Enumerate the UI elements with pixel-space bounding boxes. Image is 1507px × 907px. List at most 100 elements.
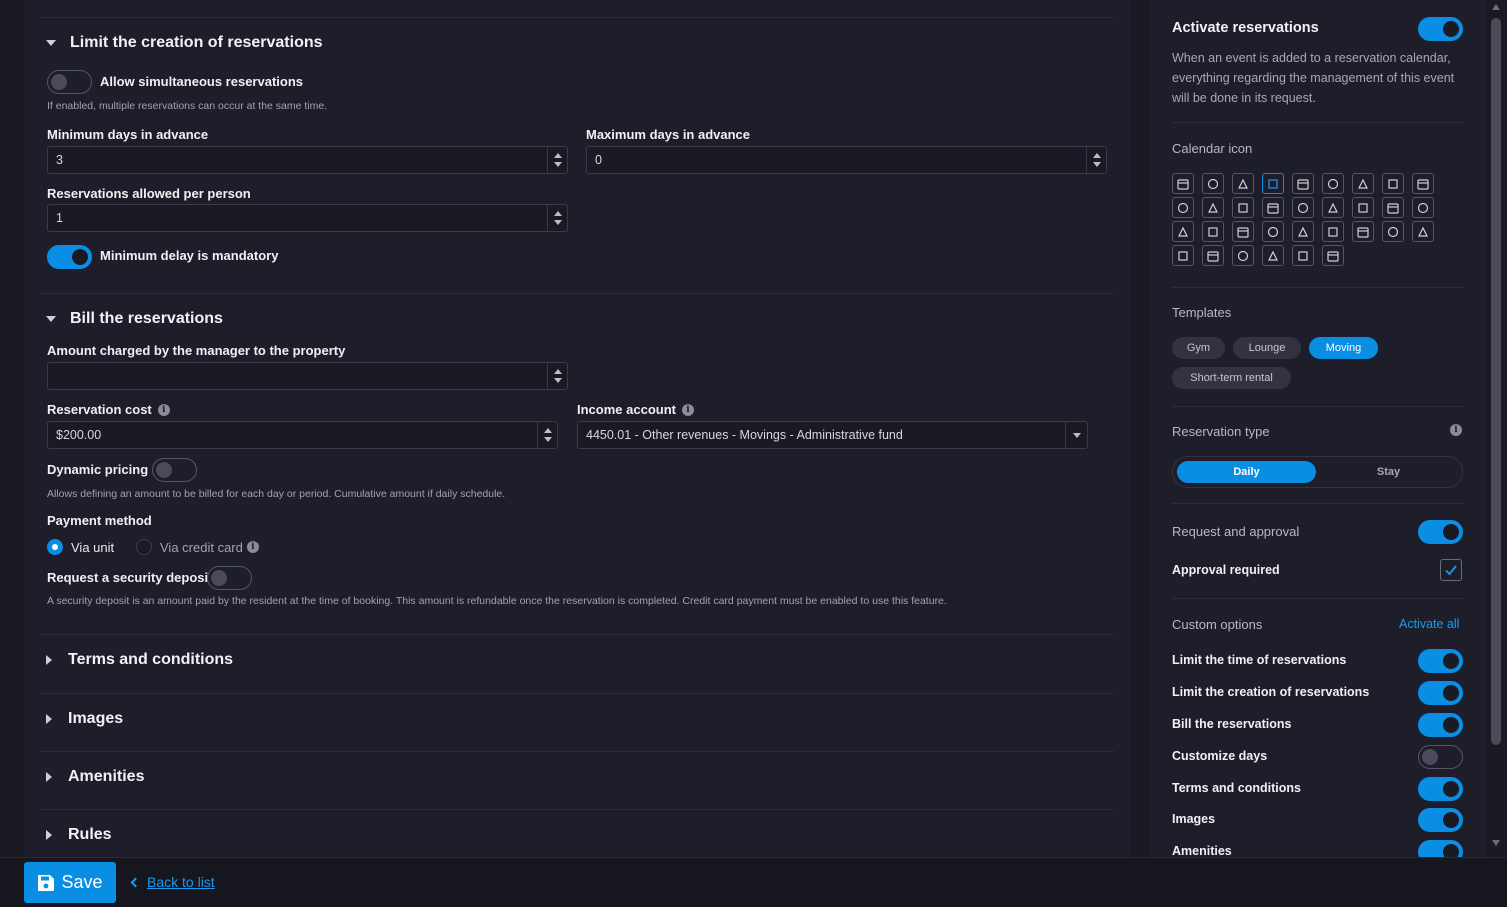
runner-icon[interactable] [1352, 173, 1374, 194]
chevron-down-icon[interactable] [1065, 422, 1087, 448]
max-days-stepper[interactable] [1086, 147, 1106, 173]
flag-icon[interactable] [1322, 197, 1344, 218]
reservation-type-stay[interactable]: Stay [1319, 461, 1458, 483]
clipboard-icon[interactable] [1292, 197, 1314, 218]
security-deposit-toggle[interactable] [207, 566, 252, 590]
treadmill-icon[interactable] [1352, 197, 1374, 218]
gamepad-icon[interactable] [1322, 221, 1344, 242]
option-customize-days-toggle[interactable] [1418, 745, 1463, 769]
scroll-down-icon[interactable] [1492, 840, 1500, 846]
template-chip-gym[interactable]: Gym [1172, 337, 1225, 359]
bicycle-icon[interactable] [1172, 197, 1194, 218]
calendar-day-icon[interactable] [1262, 197, 1284, 218]
section-images-header[interactable]: Images [46, 710, 123, 728]
sidebar-scrollbar[interactable] [1487, 0, 1507, 857]
cake-icon[interactable] [1352, 221, 1374, 242]
chemistry-icon[interactable] [1232, 245, 1254, 266]
house-icon[interactable] [1412, 221, 1434, 242]
income-account-select[interactable]: 4450.01 - Other revenues - Movings - Adm… [577, 421, 1088, 449]
location-pin-icon[interactable] [1202, 245, 1224, 266]
option-amenities-toggle[interactable] [1418, 840, 1463, 857]
board-icon[interactable] [1292, 245, 1314, 266]
people-icon[interactable] [1262, 173, 1284, 194]
activate-reservations-toggle[interactable] [1418, 17, 1463, 41]
bed-icon[interactable] [1172, 245, 1194, 266]
request-approval-toggle[interactable] [1418, 520, 1463, 544]
template-chip-lounge[interactable]: Lounge [1233, 337, 1301, 359]
calendar-icon[interactable] [1172, 173, 1194, 194]
option-bill-toggle[interactable] [1418, 713, 1463, 737]
chef-icon[interactable] [1292, 173, 1314, 194]
scrollbar-thumb[interactable] [1491, 18, 1501, 745]
activate-all-link[interactable]: Activate all [1399, 617, 1459, 631]
info-icon[interactable]: i [681, 403, 694, 416]
back-to-list-link[interactable]: Back to list [130, 874, 215, 890]
amount-charged-stepper[interactable] [547, 363, 567, 389]
reservation-cost-label: Reservation cost i [47, 402, 170, 417]
paint-icon[interactable] [1382, 221, 1404, 242]
approval-required-checkbox[interactable] [1440, 559, 1462, 581]
binoculars-icon[interactable] [1262, 221, 1284, 242]
reservation-cost-input[interactable]: $200.00 [47, 421, 558, 449]
amount-charged-label: Amount charged by the manager to the pro… [47, 343, 346, 358]
kitchen-icon[interactable] [1232, 221, 1254, 242]
amount-charged-input[interactable] [47, 362, 568, 390]
per-person-stepper[interactable] [547, 205, 567, 231]
section-title: Images [68, 710, 124, 727]
divider [1172, 406, 1464, 407]
income-account-text: Income account [577, 402, 676, 417]
option-limit-creation-toggle[interactable] [1418, 681, 1463, 705]
dynamic-pricing-toggle[interactable] [152, 458, 197, 482]
car-icon[interactable] [1382, 197, 1404, 218]
dumbbell-icon[interactable] [1412, 173, 1434, 194]
template-chip-moving[interactable]: Moving [1309, 337, 1378, 359]
option-terms-toggle[interactable] [1418, 777, 1463, 801]
gift-icon[interactable] [1202, 197, 1224, 218]
max-days-input[interactable]: 0 [586, 146, 1107, 174]
reservation-cost-stepper[interactable] [537, 422, 557, 448]
option-images-toggle[interactable] [1418, 808, 1463, 832]
divider [40, 293, 1114, 294]
dolly-icon[interactable] [1232, 173, 1254, 194]
divider [40, 634, 1114, 635]
box-icon[interactable] [1232, 197, 1254, 218]
caret-down-icon [46, 40, 56, 46]
simultaneous-reservations-toggle[interactable] [47, 70, 92, 94]
info-icon[interactable]: i [1450, 424, 1462, 436]
footer-bar: Save Back to list [0, 857, 1507, 907]
podium-icon[interactable] [1322, 173, 1344, 194]
payment-via-credit-card-radio[interactable]: Via credit card i [136, 539, 259, 555]
option-limit-time-toggle[interactable] [1418, 649, 1463, 673]
calendar-icon-grid [1172, 173, 1442, 266]
store-icon[interactable] [1292, 221, 1314, 242]
min-delay-toggle[interactable] [47, 245, 92, 269]
option-bill-label: Bill the reservations [1172, 717, 1292, 731]
section-terms-header[interactable]: Terms and conditions [46, 651, 233, 669]
swimmer-icon[interactable] [1382, 173, 1404, 194]
reservation-cost-text: Reservation cost [47, 402, 152, 417]
section-amenities-header[interactable]: Amenities [46, 768, 144, 786]
archive-icon[interactable] [1262, 245, 1284, 266]
section-rules-header[interactable]: Rules [46, 826, 112, 844]
save-button[interactable]: Save [24, 862, 116, 903]
info-icon[interactable]: i [246, 541, 259, 553]
min-days-stepper[interactable] [547, 147, 567, 173]
section-bill-header[interactable]: Bill the reservations [46, 310, 223, 328]
info-icon[interactable]: i [157, 403, 170, 416]
scroll-up-icon[interactable] [1492, 4, 1500, 10]
building-icon[interactable] [1412, 197, 1434, 218]
door-icon[interactable] [1202, 221, 1224, 242]
payment-via-unit-radio[interactable]: Via unit [47, 539, 114, 555]
divider [1172, 287, 1464, 288]
divider [40, 809, 1114, 810]
template-chip-short-term-rental[interactable]: Short-term rental [1172, 367, 1291, 389]
projector-icon[interactable] [1322, 245, 1344, 266]
truck-icon[interactable] [1202, 173, 1224, 194]
caret-right-icon [46, 655, 52, 665]
reservation-type-daily[interactable]: Daily [1177, 461, 1316, 483]
section-limit-creation-header[interactable]: Limit the creation of reservations [46, 34, 323, 52]
per-person-input[interactable]: 1 [47, 204, 568, 232]
garage-icon[interactable] [1172, 221, 1194, 242]
min-days-label: Minimum days in advance [47, 127, 209, 142]
min-days-input[interactable]: 3 [47, 146, 568, 174]
